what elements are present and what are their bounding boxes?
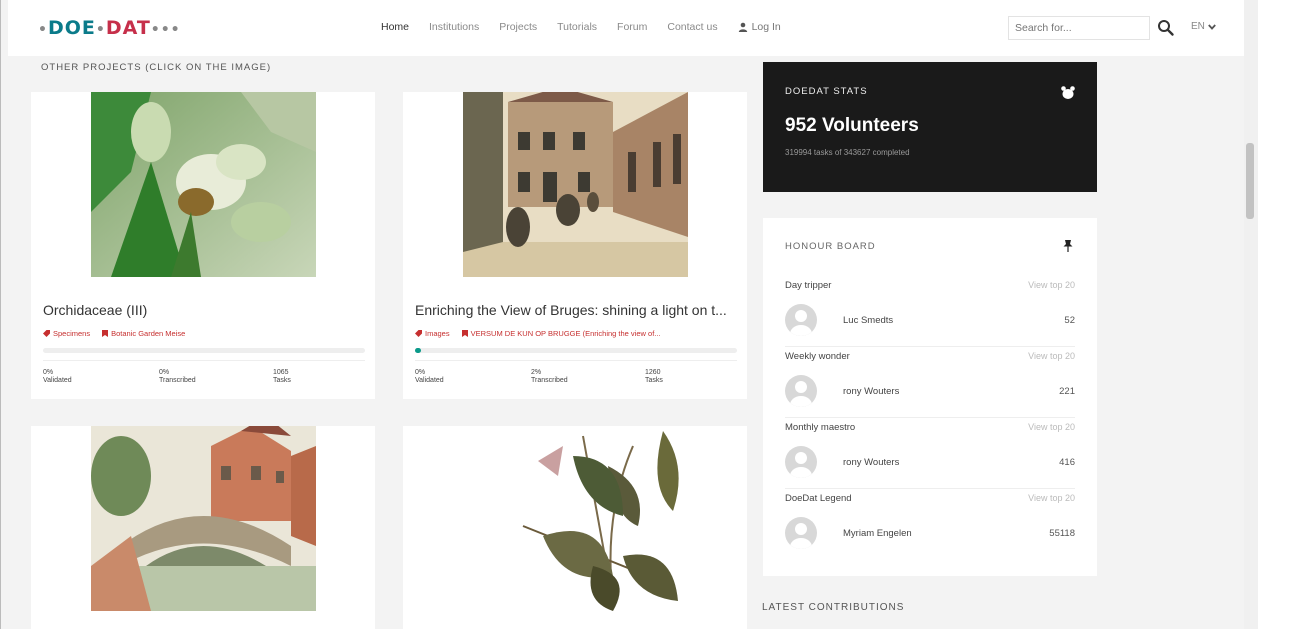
volunteer-count: 952 Volunteers: [785, 115, 919, 136]
stat-transcribed: 2% Transcribed: [531, 369, 568, 384]
category-doedat-legend: DoeDat Legend: [785, 493, 852, 504]
view-top-link[interactable]: View top 20: [1028, 493, 1075, 503]
user-score: 416: [1059, 457, 1075, 468]
divider: [785, 346, 1075, 347]
bear-icon: [1061, 86, 1075, 99]
chevron-down-icon: [1208, 23, 1216, 30]
category-day-tripper: Day tripper: [785, 280, 832, 291]
nav-forum[interactable]: Forum: [617, 21, 647, 33]
tasks-completed: 319994 tasks of 343627 completed: [785, 148, 910, 157]
user-score: 55118: [1049, 528, 1075, 539]
stat-transcribed: 0% Transcribed: [159, 369, 196, 384]
progress-bar: [415, 348, 737, 353]
user-name[interactable]: Luc Smedts: [843, 315, 893, 326]
scrollbar-thumb[interactable]: [1246, 143, 1254, 219]
language-selector[interactable]: EN: [1191, 21, 1216, 32]
divider: [43, 360, 365, 361]
user-icon: [738, 22, 747, 32]
bookmark-icon: [102, 330, 109, 337]
honour-board: HONOUR BOARD Day tripper View top 20 Luc…: [763, 218, 1097, 576]
login-link[interactable]: Log In: [738, 21, 781, 33]
divider: [785, 488, 1075, 489]
project-card-bruges[interactable]: Enriching the View of Bruges: shining a …: [403, 92, 747, 399]
search-input[interactable]: [1008, 16, 1150, 40]
progress-bar: [43, 348, 365, 353]
project-title[interactable]: Orchidaceae (III): [43, 302, 363, 318]
stats-label: DOEDAT STATS: [785, 86, 868, 97]
avatar: [785, 304, 817, 336]
tag-institution[interactable]: VERSUM DE KUN OP BRUGGE (Enriching the v…: [461, 329, 661, 338]
avatar: [785, 446, 817, 478]
site-logo[interactable]: •DOE•DAT•••: [38, 17, 181, 39]
user-name[interactable]: rony Wouters: [843, 386, 899, 397]
project-image-bruges-drawing[interactable]: [463, 92, 688, 277]
divider: [785, 417, 1075, 418]
project-image-orchid[interactable]: [91, 92, 316, 277]
stat-tasks: 1065 Tasks: [273, 369, 291, 384]
nav-contact[interactable]: Contact us: [667, 21, 717, 33]
project-image-bridge-painting[interactable]: [91, 426, 316, 611]
stat-tasks: 1260 Tasks: [645, 369, 663, 384]
view-top-link[interactable]: View top 20: [1028, 280, 1075, 290]
category-weekly-wonder: Weekly wonder: [785, 351, 850, 362]
user-name[interactable]: Myriam Engelen: [843, 528, 912, 539]
user-score: 52: [1064, 315, 1075, 326]
project-card-specimen[interactable]: [403, 426, 747, 629]
scrollbar-track[interactable]: [1244, 0, 1258, 629]
stat-validated: 0% Validated: [43, 369, 72, 384]
view-top-link[interactable]: View top 20: [1028, 422, 1075, 432]
site-header: •DOE•DAT••• Home Institutions Projects T…: [8, 0, 1244, 56]
avatar: [785, 375, 817, 407]
nav-projects[interactable]: Projects: [499, 21, 537, 33]
section-title: OTHER PROJECTS (CLICK ON THE IMAGE): [41, 62, 272, 73]
project-card-orchidaceae[interactable]: Orchidaceae (III) Specimens Botanic Gard…: [31, 92, 375, 399]
project-tags: Images VERSUM DE KUN OP BRUGGE (Enrichin…: [415, 329, 737, 338]
doedat-stats-panel: DOEDAT STATS 952 Volunteers 319994 tasks…: [763, 62, 1097, 192]
tag-icon: [43, 330, 50, 337]
tag-type[interactable]: Specimens: [43, 329, 90, 338]
project-title[interactable]: Enriching the View of Bruges: shining a …: [415, 302, 735, 318]
honour-board-title: HONOUR BOARD: [785, 241, 876, 252]
project-card-bridge[interactable]: [31, 426, 375, 629]
nav-institutions[interactable]: Institutions: [429, 21, 479, 33]
tag-type[interactable]: Images: [415, 329, 450, 338]
nav-home[interactable]: Home: [381, 21, 409, 33]
user-name[interactable]: rony Wouters: [843, 457, 899, 468]
nav-tutorials[interactable]: Tutorials: [557, 21, 597, 33]
main-nav: Home Institutions Projects Tutorials For…: [381, 21, 801, 33]
search-icon[interactable]: [1157, 19, 1175, 37]
stat-validated: 0% Validated: [415, 369, 444, 384]
project-image-herbarium[interactable]: [463, 426, 688, 611]
avatar: [785, 517, 817, 549]
pin-icon: [1063, 240, 1073, 252]
view-top-link[interactable]: View top 20: [1028, 351, 1075, 361]
latest-contributions-title: LATEST CONTRIBUTIONS: [762, 602, 905, 613]
user-score: 221: [1059, 386, 1075, 397]
window-edge: [1258, 0, 1293, 629]
divider: [415, 360, 737, 361]
bookmark-icon: [461, 330, 468, 337]
tag-institution[interactable]: Botanic Garden Meise: [102, 329, 185, 338]
tag-icon: [415, 330, 422, 337]
project-tags: Specimens Botanic Garden Meise: [43, 329, 363, 338]
category-monthly-maestro: Monthly maestro: [785, 422, 856, 433]
